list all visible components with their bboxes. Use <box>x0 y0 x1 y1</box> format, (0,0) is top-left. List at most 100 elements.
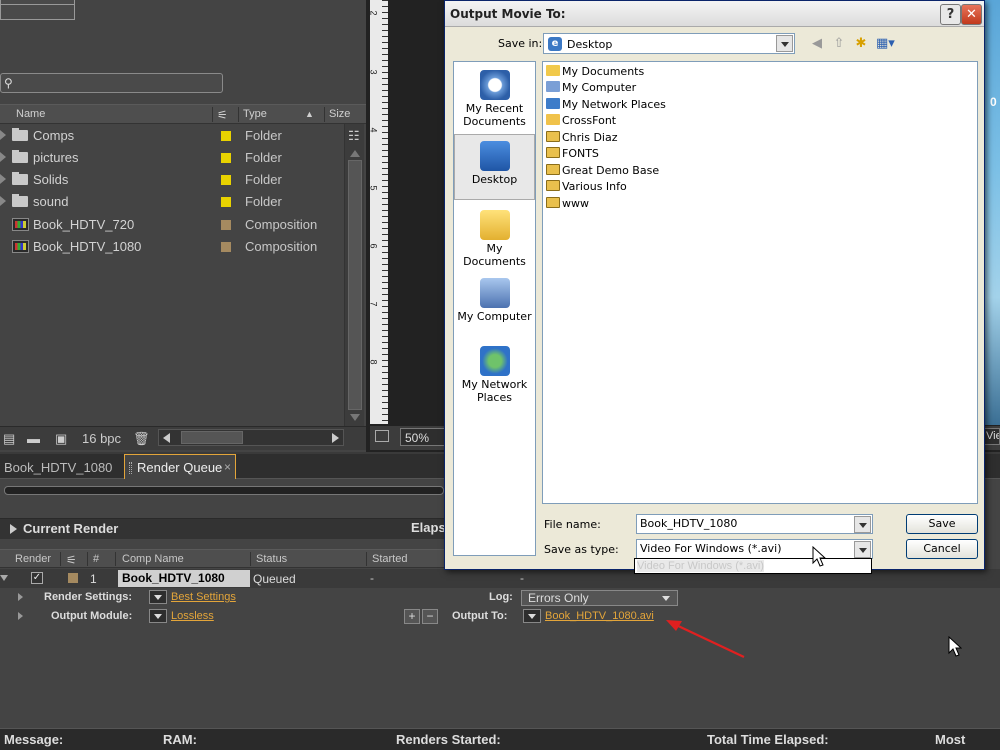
always-preview-icon[interactable] <box>375 430 389 442</box>
save-as-type-option[interactable]: Video For Windows (*.avi) <box>634 558 872 574</box>
tab-render-queue[interactable]: Render Queue × <box>124 454 236 479</box>
place-desktop[interactable]: Desktop <box>454 134 535 200</box>
expand-triangle-icon[interactable] <box>0 152 6 162</box>
expand-triangle-icon[interactable] <box>18 612 23 620</box>
label-color-swatch[interactable] <box>221 175 231 185</box>
scroll-thumb[interactable] <box>181 431 243 444</box>
label-color-swatch[interactable] <box>68 573 78 583</box>
file-item[interactable]: My Network Places <box>546 98 666 114</box>
output-module-dropdown[interactable] <box>149 609 167 623</box>
file-item[interactable]: FONTS <box>546 147 599 163</box>
renders-started-label: Renders Started: <box>396 732 501 747</box>
column-type[interactable]: Type <box>243 108 267 120</box>
file-item[interactable]: Great Demo Base <box>546 164 659 180</box>
close-tab-icon[interactable]: × <box>224 460 231 474</box>
project-item-comps[interactable]: Comps Folder <box>0 125 344 147</box>
column-render[interactable]: Render <box>15 553 51 565</box>
drag-grip-icon[interactable] <box>129 462 132 474</box>
place-my-documents[interactable]: My Documents <box>454 204 535 268</box>
render-time-value: - <box>520 571 524 585</box>
file-list[interactable]: My Documents My Computer My Network Plac… <box>542 61 978 504</box>
new-folder-icon[interactable]: ▬ <box>27 431 40 446</box>
column-number[interactable]: # <box>93 553 99 565</box>
label-tag-icon[interactable]: ⚟ <box>217 108 228 122</box>
file-item[interactable]: CrossFont <box>546 114 616 130</box>
output-module-link[interactable]: Lossless <box>171 610 214 622</box>
render-settings-dropdown[interactable] <box>149 590 167 604</box>
dropdown-arrow-icon[interactable] <box>776 35 793 52</box>
cancel-button[interactable]: Cancel <box>906 539 978 559</box>
render-settings-link[interactable]: Best Settings <box>171 591 236 603</box>
expand-triangle-icon[interactable] <box>10 524 17 534</box>
view-dropdown[interactable]: Vie <box>984 428 1000 445</box>
column-status[interactable]: Status <box>256 553 287 565</box>
help-button[interactable]: ? <box>940 4 961 25</box>
label-color-swatch[interactable] <box>221 220 231 230</box>
current-render-bar[interactable]: Current Render <box>0 518 446 539</box>
expand-triangle-icon[interactable] <box>0 130 6 140</box>
scroll-down-icon[interactable] <box>350 414 360 421</box>
magnification-dropdown[interactable]: 50% <box>400 428 446 446</box>
bit-depth-button[interactable]: 16 bpc <box>82 431 121 446</box>
project-item-pictures[interactable]: pictures Folder <box>0 147 344 169</box>
dropdown-arrow-icon[interactable] <box>854 541 871 558</box>
column-size[interactable]: Size <box>329 108 350 120</box>
project-horizontal-scrollbar[interactable] <box>158 429 344 446</box>
scroll-left-icon[interactable] <box>163 433 170 443</box>
project-vertical-scrollbar[interactable]: ☷ <box>344 124 364 426</box>
expand-triangle-icon[interactable] <box>0 174 6 184</box>
save-as-type-dropdown[interactable]: Video For Windows (*.avi) <box>636 539 873 559</box>
item-name: Solids <box>33 172 69 187</box>
save-button[interactable]: Save <box>906 514 978 534</box>
new-folder-icon[interactable]: ✱ <box>853 36 869 52</box>
remove-output-module-button[interactable]: − <box>422 609 438 624</box>
up-folder-icon[interactable]: ⇧ <box>831 36 847 52</box>
label-color-swatch[interactable] <box>221 131 231 141</box>
scroll-up-icon[interactable] <box>350 150 360 157</box>
view-menu-icon[interactable]: ▦▾ <box>876 36 895 52</box>
output-to-link[interactable]: Book_HDTV_1080.avi <box>545 610 654 622</box>
file-item[interactable]: My Documents <box>546 65 644 81</box>
place-recent-documents[interactable]: My Recent Documents <box>454 64 535 128</box>
interpret-footage-icon[interactable]: ▤ <box>3 431 15 447</box>
label-color-swatch[interactable] <box>221 242 231 252</box>
save-in-dropdown[interactable]: e Desktop <box>543 33 795 54</box>
file-item[interactable]: Various Info <box>546 180 627 196</box>
collapse-triangle-icon[interactable] <box>0 575 8 581</box>
dropdown-arrow-icon[interactable] <box>854 516 871 533</box>
place-network-places[interactable]: My Network Places <box>454 340 535 404</box>
file-item[interactable]: My Computer <box>546 81 636 97</box>
label-color-swatch[interactable] <box>221 153 231 163</box>
item-type: Folder <box>245 150 282 165</box>
output-to-dropdown[interactable] <box>523 609 541 623</box>
column-started[interactable]: Started <box>372 553 407 565</box>
label-color-swatch[interactable] <box>221 197 231 207</box>
render-checkbox[interactable]: ✓ <box>31 572 43 584</box>
add-output-module-button[interactable]: + <box>404 609 420 624</box>
place-my-computer[interactable]: My Computer <box>454 272 535 336</box>
scroll-thumb[interactable] <box>348 160 362 410</box>
file-item[interactable]: Chris Diaz <box>546 131 618 147</box>
column-comp-name[interactable]: Comp Name <box>122 553 184 565</box>
project-item-book-hdtv-720[interactable]: Book_HDTV_720 Composition <box>0 214 344 236</box>
file-item[interactable]: www <box>546 197 589 213</box>
tab-book-hdtv-1080[interactable]: Book_HDTV_1080 <box>4 460 112 475</box>
flowchart-icon[interactable]: ☷ <box>348 128 360 144</box>
project-item-solids[interactable]: Solids Folder <box>0 169 344 191</box>
project-item-book-hdtv-1080[interactable]: Book_HDTV_1080 Composition <box>0 236 344 258</box>
expand-triangle-icon[interactable] <box>18 593 23 601</box>
dialog-title-bar[interactable]: Output Movie To: ? ✕ <box>445 1 984 27</box>
new-composition-icon[interactable]: ▣ <box>55 431 67 447</box>
column-name[interactable]: Name <box>16 108 45 120</box>
scroll-right-icon[interactable] <box>332 433 339 443</box>
label-tag-icon[interactable]: ⚟ <box>66 553 77 567</box>
expand-triangle-icon[interactable] <box>0 196 6 206</box>
file-name-field[interactable]: Book_HDTV_1080 <box>636 514 873 534</box>
back-icon[interactable]: ◀ <box>809 36 825 52</box>
close-button[interactable]: ✕ <box>961 4 982 25</box>
trash-icon[interactable]: 🗑 <box>133 431 150 447</box>
comp-name-field[interactable]: Book_HDTV_1080 <box>118 570 250 587</box>
project-search-input[interactable]: ⚲ <box>0 73 223 93</box>
project-item-sound[interactable]: sound Folder <box>0 191 344 213</box>
log-dropdown[interactable]: Errors Only <box>521 590 678 606</box>
